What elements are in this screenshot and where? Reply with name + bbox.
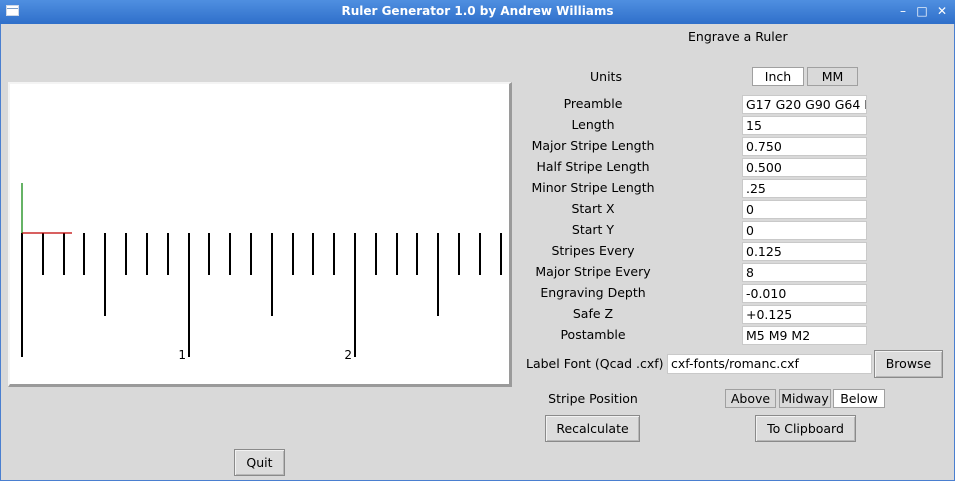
window-title: Ruler Generator 1.0 by Andrew Williams <box>341 4 614 18</box>
param-label: Start X <box>571 201 615 216</box>
param-label: Preamble <box>563 96 623 111</box>
param-field[interactable]: 0.500 <box>742 158 867 177</box>
param-field[interactable]: 0.750 <box>742 137 867 156</box>
label-font-field[interactable]: cxf-fonts/romanc.cxf <box>667 354 872 374</box>
units-mm-toggle[interactable]: MM <box>807 67 858 86</box>
form-heading: Engrave a Ruler <box>688 29 788 44</box>
param-field[interactable]: 15 <box>742 116 867 135</box>
param-label: Half Stripe Length <box>536 159 650 174</box>
close-icon[interactable]: ✕ <box>934 3 950 19</box>
param-field[interactable]: G17 G20 G90 G64 P <box>742 95 867 114</box>
param-field[interactable]: .25 <box>742 179 867 198</box>
maximize-icon[interactable]: □ <box>914 3 930 19</box>
quit-button[interactable]: Quit <box>234 449 285 476</box>
param-label: Engraving Depth <box>540 285 646 300</box>
param-field[interactable]: +0.125 <box>742 305 867 324</box>
stripe-above-toggle[interactable]: Above <box>725 389 776 408</box>
param-label: Major Stripe Every <box>535 264 651 279</box>
ruler-preview-drawing: 123 <box>21 183 502 362</box>
param-label: Postamble <box>560 327 626 342</box>
stripe-position-label: Stripe Position <box>548 391 638 406</box>
param-field[interactable]: 0.125 <box>742 242 867 261</box>
stripe-midway-toggle[interactable]: Midway <box>779 389 831 408</box>
title-bar[interactable]: Ruler Generator 1.0 by Andrew Williams –… <box>0 0 955 24</box>
units-inch-toggle[interactable]: Inch <box>752 67 804 86</box>
param-field[interactable]: M5 M9 M2 <box>742 326 867 345</box>
minimize-icon[interactable]: – <box>895 3 911 19</box>
param-label: Minor Stripe Length <box>531 180 655 195</box>
param-label: Safe Z <box>572 306 614 321</box>
param-field[interactable]: 0 <box>742 221 867 240</box>
ruler-inch-label: 1 <box>178 348 186 362</box>
param-field[interactable]: -0.010 <box>742 284 867 303</box>
param-label: Major Stripe Length <box>531 138 655 153</box>
ruler-inch-label: 2 <box>344 348 352 362</box>
param-field[interactable]: 0 <box>742 200 867 219</box>
recalculate-button[interactable]: Recalculate <box>545 415 640 442</box>
to-clipboard-button[interactable]: To Clipboard <box>755 415 856 442</box>
units-label: Units <box>590 69 622 84</box>
label-font-label: Label Font (Qcad .cxf) <box>526 356 664 371</box>
ruler-preview-canvas: 123 <box>8 82 512 387</box>
param-label: Start Y <box>571 222 615 237</box>
param-field[interactable]: 8 <box>742 263 867 282</box>
param-label: Stripes Every <box>551 243 635 258</box>
stripe-below-toggle[interactable]: Below <box>833 389 885 408</box>
param-label: Length <box>571 117 615 132</box>
browse-button[interactable]: Browse <box>874 350 943 378</box>
